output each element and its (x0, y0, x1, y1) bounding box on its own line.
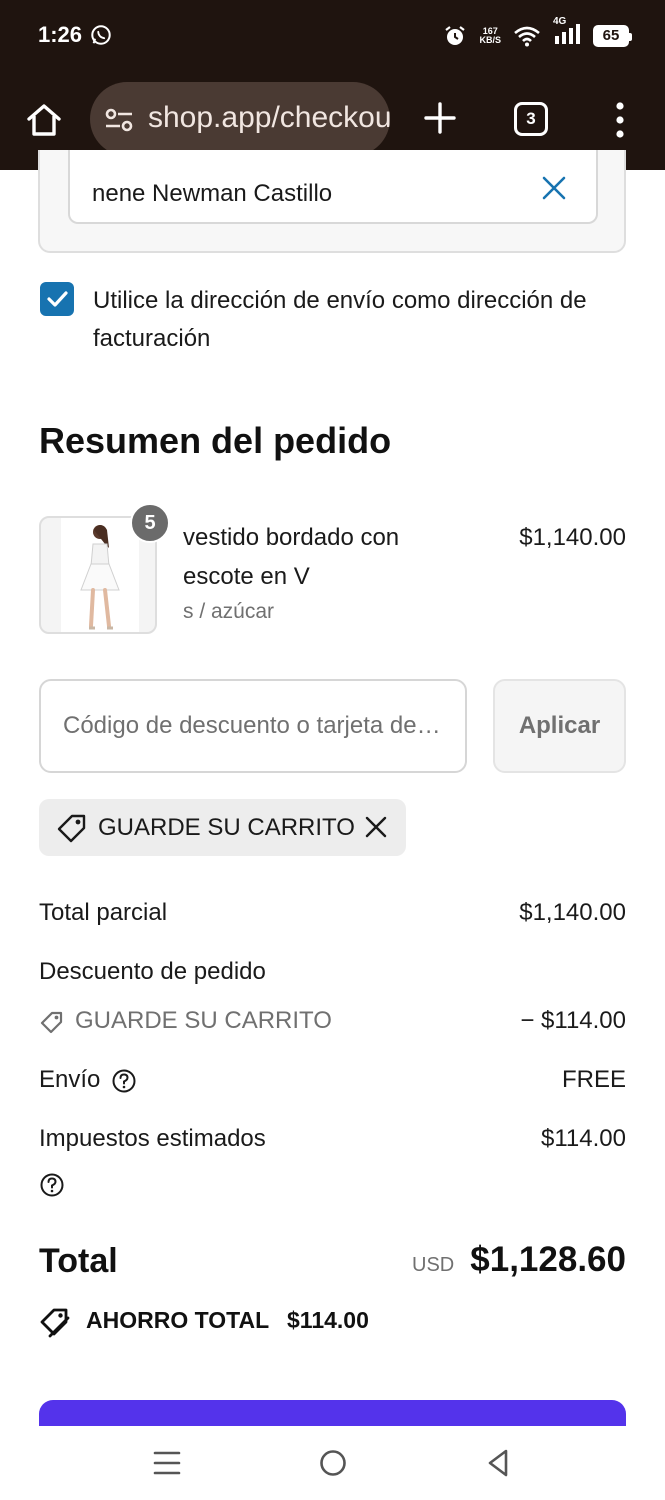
applied-discount-code: GUARDE SU CARRITO (98, 814, 355, 841)
site-settings-icon[interactable] (104, 107, 134, 133)
discount-value: − $114.00 (520, 1007, 626, 1034)
cellular-signal: 4G (553, 16, 581, 49)
savings-tag-icon (40, 1308, 70, 1338)
wifi-icon (514, 26, 540, 46)
discount-label: Descuento de pedido (39, 958, 266, 985)
discount-tag-icon (40, 1011, 63, 1034)
clear-icon[interactable] (540, 174, 568, 202)
status-bar: 1:26 167 KB/S 4G 65 (0, 0, 665, 72)
apply-discount-button[interactable]: Aplicar (493, 679, 626, 773)
address-suggestion-card: nene Newman Castillo (38, 150, 626, 253)
battery-indicator: 65 (593, 24, 632, 47)
discount-code-input[interactable]: Código de descuento o tarjeta de regalo (39, 679, 467, 773)
total-currency: USD (412, 1254, 455, 1276)
system-navigation-bar (0, 1426, 665, 1500)
status-time: 1:26 (38, 22, 83, 47)
discount-code-placeholder: Código de descuento o tarjeta de regalo (63, 712, 447, 739)
shipping-help-icon[interactable] (111, 1068, 137, 1094)
order-summary-title: Resumen del pedido (39, 420, 392, 461)
product-name: vestido bordado con escote en V (183, 524, 400, 590)
remove-discount-icon[interactable] (363, 814, 389, 840)
taxes-label: Impuestos estimados (39, 1125, 266, 1152)
checkmark-icon (47, 291, 68, 307)
home-icon[interactable] (24, 100, 64, 140)
new-tab-icon[interactable] (422, 100, 458, 136)
subtotal-value: $1,140.00 (519, 899, 626, 926)
shipping-value: FREE (561, 1066, 626, 1093)
total-savings-value: $114.00 (287, 1307, 369, 1333)
alarm-icon (445, 25, 466, 45)
back-icon[interactable] (484, 1448, 514, 1478)
discount-code-label: GUARDE SU CARRITO (75, 1007, 332, 1034)
tag-icon (57, 814, 86, 843)
quantity-badge: 5 (130, 503, 170, 543)
billing-checkbox-label: Utilice la dirección de envío como direc… (93, 287, 587, 352)
shipping-label: Envío (39, 1066, 101, 1093)
network-speed: 167 KB/S (479, 25, 501, 45)
total-value: $1,128.60 (470, 1240, 626, 1279)
whatsapp-icon (91, 25, 111, 45)
more-options-icon[interactable] (612, 100, 628, 140)
billing-checkbox[interactable] (40, 282, 74, 316)
recent-apps-icon[interactable] (152, 1448, 182, 1478)
address-value: nene Newman Castillo (92, 180, 333, 207)
total-savings-label: AHORRO TOTAL (86, 1307, 270, 1333)
product-price: $1,140.00 (519, 524, 626, 551)
tab-switcher-button[interactable]: 3 (514, 102, 548, 136)
total-label: Total (39, 1242, 118, 1280)
subtotal-label: Total parcial (39, 899, 168, 926)
url-bar[interactable]: shop.app/checkout (90, 82, 390, 156)
address-field[interactable]: nene Newman Castillo (68, 150, 598, 224)
home-button-icon[interactable] (318, 1448, 348, 1478)
taxes-help-icon[interactable] (39, 1172, 65, 1198)
taxes-value: $114.00 (541, 1125, 626, 1152)
product-variant: s / azúcar (183, 600, 275, 623)
url-text: shop.app/checkout (148, 101, 390, 134)
applied-discount-chip: GUARDE SU CARRITO (39, 799, 406, 856)
